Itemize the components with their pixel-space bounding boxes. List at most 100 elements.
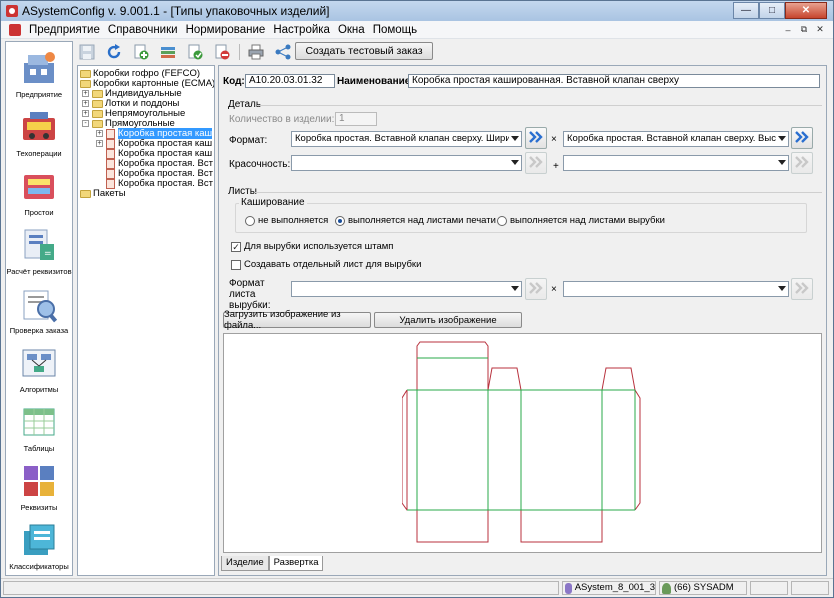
expand-icon[interactable]: + [82, 110, 89, 117]
add-multiple-icon[interactable] [158, 42, 178, 62]
save-icon[interactable] [77, 42, 97, 62]
double-chevron-right-icon [795, 155, 809, 171]
status-database: ASystem_8_001_3 [562, 581, 656, 595]
nav-label: Техоперации [16, 149, 62, 158]
expand-icon[interactable]: + [82, 90, 89, 97]
format-width-pick-button[interactable] [525, 127, 547, 149]
times-sign: × [551, 284, 557, 295]
chevron-down-icon [511, 160, 519, 165]
format-width-value: Коробка простая. Вставной клапан сверху.… [295, 133, 509, 144]
nav-requisites[interactable]: Реквизиты [6, 457, 72, 515]
lamination-radio-cut[interactable]: выполняется над листами вырубки [497, 215, 665, 226]
sheet-format-select-2[interactable] [563, 281, 789, 297]
nav-classifiers[interactable]: Классификаторы [6, 516, 72, 574]
close-button[interactable]: ✕ [785, 2, 827, 19]
svg-text:=: = [44, 249, 52, 259]
separate-sheet-checkbox[interactable]: Создавать отдельный лист для вырубки [231, 259, 421, 270]
sheet-format-pick-button-1[interactable] [525, 278, 547, 300]
menu-settings[interactable]: Настройка [269, 24, 334, 36]
lamination-radio-not[interactable]: не выполняется [245, 215, 328, 226]
nav-downtime[interactable]: Простои [6, 162, 72, 220]
double-chevron-right-icon [529, 281, 543, 297]
menu-windows[interactable]: Окна [334, 24, 369, 36]
refresh-icon[interactable] [104, 42, 124, 62]
nav-label: Реквизиты [20, 503, 58, 512]
radio-label: выполняется над листами вырубки [510, 215, 665, 226]
menu-enterprise[interactable]: Предприятие [25, 24, 104, 36]
format-height-select[interactable]: Коробка простая. Вставной клапан сверху.… [563, 131, 789, 147]
menu-help[interactable]: Помощь [369, 24, 421, 36]
unfolding-preview [223, 333, 822, 553]
nav-order-check[interactable]: Проверка заказа [6, 280, 72, 338]
name-field[interactable]: Коробка простая кашированная. Вставной к… [408, 74, 820, 88]
sheet-format-pick-button-2[interactable] [791, 278, 813, 300]
nav-label: Расчёт реквизитов [6, 267, 72, 276]
nav-tables[interactable]: Таблицы [6, 398, 72, 456]
expand-icon[interactable]: + [96, 130, 103, 137]
radio-icon [497, 215, 507, 226]
radio-selected-icon [335, 215, 345, 226]
mdi-minimize-button[interactable]: – [781, 23, 795, 36]
collapse-icon[interactable]: - [82, 120, 89, 127]
tab-unfolding[interactable]: Развертка [268, 556, 324, 571]
delete-icon[interactable] [212, 42, 232, 62]
status-panel-empty [750, 581, 788, 595]
create-test-order-button[interactable]: Создать тестовый заказ [295, 42, 433, 60]
menu-norming[interactable]: Нормирование [182, 24, 270, 36]
quantity-label: Количество в изделии: [229, 114, 335, 125]
checkbox-empty-icon [231, 259, 241, 270]
color-pick-button-2[interactable] [791, 152, 813, 174]
expand-icon[interactable]: + [96, 140, 103, 147]
color-select-1[interactable] [291, 155, 522, 171]
nav-enterprise[interactable]: Предприятие [6, 44, 72, 102]
nav-calculation[interactable]: = Расчёт реквизитов [6, 221, 72, 279]
mdi-restore-button[interactable]: ⧉ [797, 23, 811, 36]
load-image-button[interactable]: Загрузить изображение из файла... [223, 309, 371, 331]
chevron-down-icon [511, 136, 519, 141]
lamination-radio-print[interactable]: выполняется над листами печати [335, 215, 496, 226]
mdi-child-icon[interactable] [9, 23, 21, 36]
nav-label: Алгоритмы [19, 385, 59, 394]
tab-product[interactable]: Изделие [221, 556, 269, 571]
tree-node[interactable]: Пакеты [80, 188, 126, 199]
format-height-pick-button[interactable] [791, 127, 813, 149]
nav-label: Простои [24, 208, 54, 217]
double-chevron-right-icon [795, 130, 809, 146]
add-icon[interactable] [131, 42, 151, 62]
code-field[interactable]: A10.20.03.01.32 [245, 74, 335, 88]
folder-icon [92, 89, 103, 98]
delete-image-button[interactable]: Удалить изображение [374, 312, 522, 328]
maximize-button[interactable]: □ [759, 2, 785, 19]
app-window: ASystemConfig v. 9.001.1 - [Типы упаково… [0, 0, 834, 598]
menu-references[interactable]: Справочники [104, 24, 182, 36]
user-icon [662, 582, 671, 594]
quantity-field[interactable]: 1 [335, 112, 377, 126]
expand-icon[interactable]: + [82, 100, 89, 107]
minimize-button[interactable]: — [733, 2, 759, 19]
product-icon [106, 148, 115, 159]
sheets-group-title: Листы [228, 186, 257, 197]
sheet-format-label: Формат листа вырубки: [229, 278, 271, 311]
checkmark-icon: ✓ [231, 241, 241, 252]
requisites-icon [20, 462, 58, 500]
stamp-checkbox[interactable]: ✓ Для вырубки используется штамп [231, 241, 393, 252]
downtime-icon [20, 167, 58, 205]
format-width-select[interactable]: Коробка простая. Вставной клапан сверху.… [291, 131, 522, 147]
window-title: ASystemConfig v. 9.001.1 - [Типы упаково… [22, 4, 330, 18]
order-check-icon [20, 285, 58, 323]
folder-icon [80, 69, 91, 78]
part-group-divider [257, 105, 822, 106]
chevron-down-icon [511, 286, 519, 291]
color-pick-button-1[interactable] [525, 152, 547, 174]
nav-operations[interactable]: Техоперации [6, 103, 72, 161]
print-icon[interactable] [246, 42, 266, 62]
nav-algorithms[interactable]: Алгоритмы [6, 339, 72, 397]
mdi-close-button[interactable]: ✕ [813, 23, 827, 36]
product-icon [106, 128, 115, 139]
format-height-value: Коробка простая. Вставной клапан сверху.… [567, 133, 776, 144]
sheet-format-select-1[interactable] [291, 281, 522, 297]
tree-icon[interactable] [273, 42, 293, 62]
color-select-2[interactable] [563, 155, 789, 171]
tree-node-label: Коробка простая. Вст [118, 178, 213, 189]
copy-icon[interactable] [185, 42, 205, 62]
